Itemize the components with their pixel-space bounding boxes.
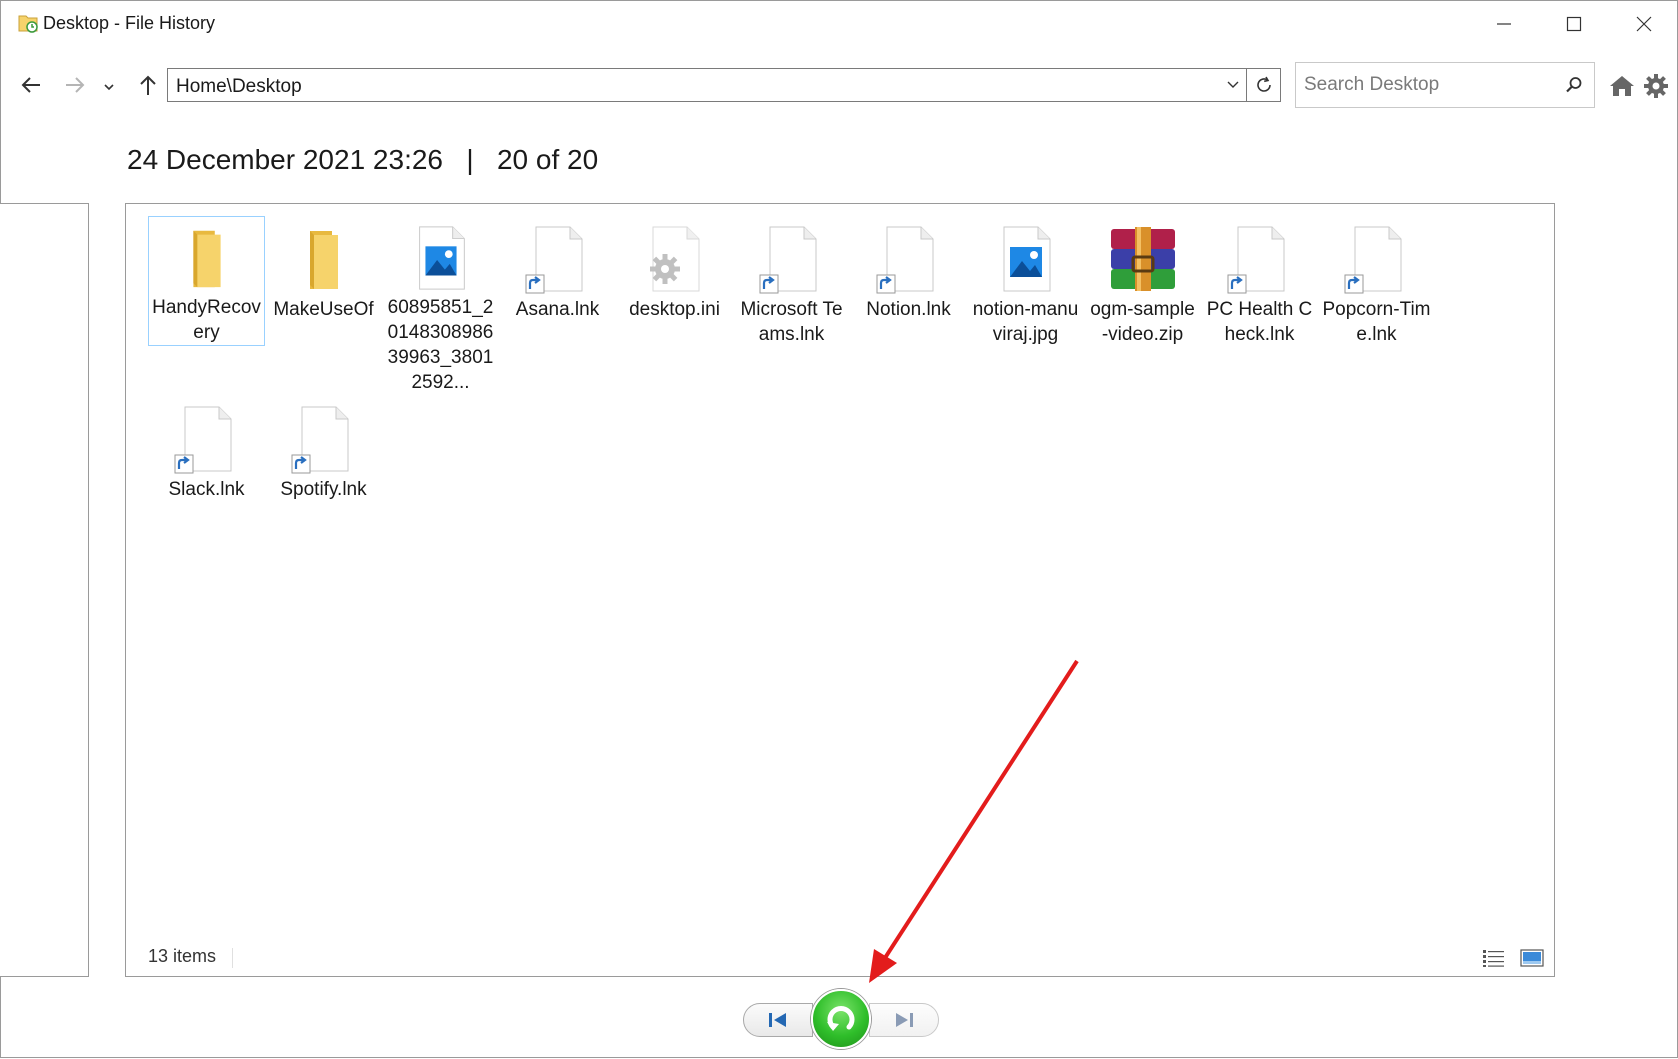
- close-icon: [1636, 16, 1652, 32]
- forward-arrow-icon: [66, 77, 85, 93]
- heading-separator: |: [466, 144, 474, 175]
- archive-file-icon: [1110, 227, 1175, 291]
- minimize-button[interactable]: [1469, 1, 1539, 47]
- shortcut-file-icon: [759, 226, 816, 294]
- file-name: Notion.lnk: [866, 299, 951, 320]
- file-name: Slack.lnk: [168, 479, 245, 500]
- backup-version-heading: 24 December 2021 23:26 | 20 of 20: [127, 144, 598, 176]
- gear-icon: [1644, 74, 1668, 98]
- file-item[interactable]: notion-manuviraj.jpg: [967, 216, 1084, 396]
- previous-version-pane[interactable]: [0, 203, 89, 977]
- up-arrow-icon: [140, 75, 156, 95]
- file-name: PC Health Check.lnk: [1206, 299, 1313, 345]
- shortcut-file-icon: [174, 406, 231, 474]
- file-item[interactable]: HandyRecovery: [148, 216, 265, 346]
- file-name: MakeUseOf: [273, 299, 374, 320]
- back-arrow-icon: [21, 77, 40, 93]
- file-item[interactable]: desktop.ini: [616, 216, 733, 396]
- skip-previous-icon: [769, 1013, 786, 1027]
- shortcut-file-icon: [1227, 226, 1284, 294]
- search-icon[interactable]: [1564, 75, 1584, 95]
- file-history-app-icon: [18, 15, 38, 33]
- file-name: Asana.lnk: [515, 299, 600, 320]
- folder-icon: [309, 231, 338, 289]
- restore-controls: [741, 989, 941, 1049]
- chevron-down-icon: [104, 84, 114, 91]
- file-item[interactable]: Microsoft Teams.lnk: [733, 216, 850, 396]
- minimize-icon: [1497, 23, 1511, 25]
- folder-icon: [192, 230, 221, 288]
- skip-next-icon: [896, 1013, 913, 1027]
- file-name: Microsoft Teams.lnk: [740, 299, 843, 345]
- up-button[interactable]: [133, 69, 163, 101]
- maximize-button[interactable]: [1539, 1, 1609, 47]
- file-item[interactable]: PC Health Check.lnk: [1201, 216, 1318, 396]
- chevron-down-icon[interactable]: [1226, 77, 1240, 91]
- large-icons-view-button[interactable]: [1520, 948, 1544, 973]
- previous-version-button[interactable]: [743, 1003, 813, 1037]
- details-view-button[interactable]: [1482, 948, 1506, 973]
- file-name: desktop.ini: [629, 299, 720, 320]
- close-button[interactable]: [1609, 1, 1678, 47]
- shortcut-file-icon: [1344, 226, 1401, 294]
- search-box[interactable]: [1295, 62, 1595, 108]
- image-file-icon: [1003, 226, 1050, 292]
- file-item[interactable]: Popcorn-Time.lnk: [1318, 216, 1435, 396]
- backup-date: 24 December 2021 23:26: [127, 144, 443, 175]
- shortcut-file-icon: [291, 406, 348, 474]
- version-counter: 20 of 20: [496, 144, 599, 175]
- window-title: Desktop - File History: [43, 13, 216, 33]
- item-count: 13 items: [148, 946, 217, 966]
- file-name: 60895851_2014830898639963_38012592...: [387, 297, 494, 393]
- address-path: Home\Desktop: [176, 76, 302, 97]
- file-name: notion-manuviraj.jpg: [972, 299, 1079, 345]
- home-button[interactable]: [1607, 71, 1637, 101]
- file-item[interactable]: 60895851_2014830898639963_38012592...: [382, 216, 499, 396]
- settings-file-icon: [649, 226, 699, 292]
- settings-button[interactable]: [1641, 71, 1671, 101]
- shortcut-file-icon: [525, 226, 582, 294]
- file-name: HandyRecovery: [152, 297, 261, 343]
- file-item[interactable]: Slack.lnk: [148, 396, 265, 576]
- image-file-icon: [418, 226, 465, 290]
- restore-icon: [827, 1006, 855, 1031]
- file-grid: HandyRecovery MakeUseOf 60895851_2014830…: [148, 216, 1548, 576]
- recent-locations-button[interactable]: [99, 75, 119, 99]
- next-version-button[interactable]: [869, 1003, 939, 1037]
- status-divider: [232, 948, 233, 968]
- title-bar: Desktop - File History: [1, 1, 1677, 47]
- home-icon: [1610, 76, 1634, 96]
- search-input[interactable]: [1296, 63, 1556, 107]
- file-item[interactable]: Notion.lnk: [850, 216, 967, 396]
- back-button[interactable]: [15, 69, 47, 101]
- shortcut-file-icon: [876, 226, 933, 294]
- large-icons-view-icon: [1520, 949, 1544, 967]
- details-view-icon: [1483, 950, 1504, 967]
- restore-button[interactable]: [811, 989, 871, 1049]
- refresh-button[interactable]: [1247, 68, 1281, 102]
- file-item[interactable]: ogm-sample-video.zip: [1084, 216, 1201, 396]
- file-name: ogm-sample-video.zip: [1090, 299, 1195, 345]
- file-list-pane[interactable]: HandyRecovery MakeUseOf 60895851_2014830…: [125, 203, 1555, 977]
- file-item[interactable]: MakeUseOf: [265, 216, 382, 396]
- address-bar[interactable]: Home\Desktop: [167, 68, 1247, 102]
- maximize-icon: [1566, 16, 1582, 32]
- file-item[interactable]: Spotify.lnk: [265, 396, 382, 576]
- file-name: Spotify.lnk: [280, 479, 367, 500]
- refresh-icon: [1256, 76, 1271, 92]
- file-name: Popcorn-Time.lnk: [1322, 299, 1431, 345]
- file-item[interactable]: Asana.lnk: [499, 216, 616, 396]
- file-history-window: Desktop - File History Home\Desktop Sear…: [0, 0, 1678, 1058]
- forward-button[interactable]: [59, 69, 91, 101]
